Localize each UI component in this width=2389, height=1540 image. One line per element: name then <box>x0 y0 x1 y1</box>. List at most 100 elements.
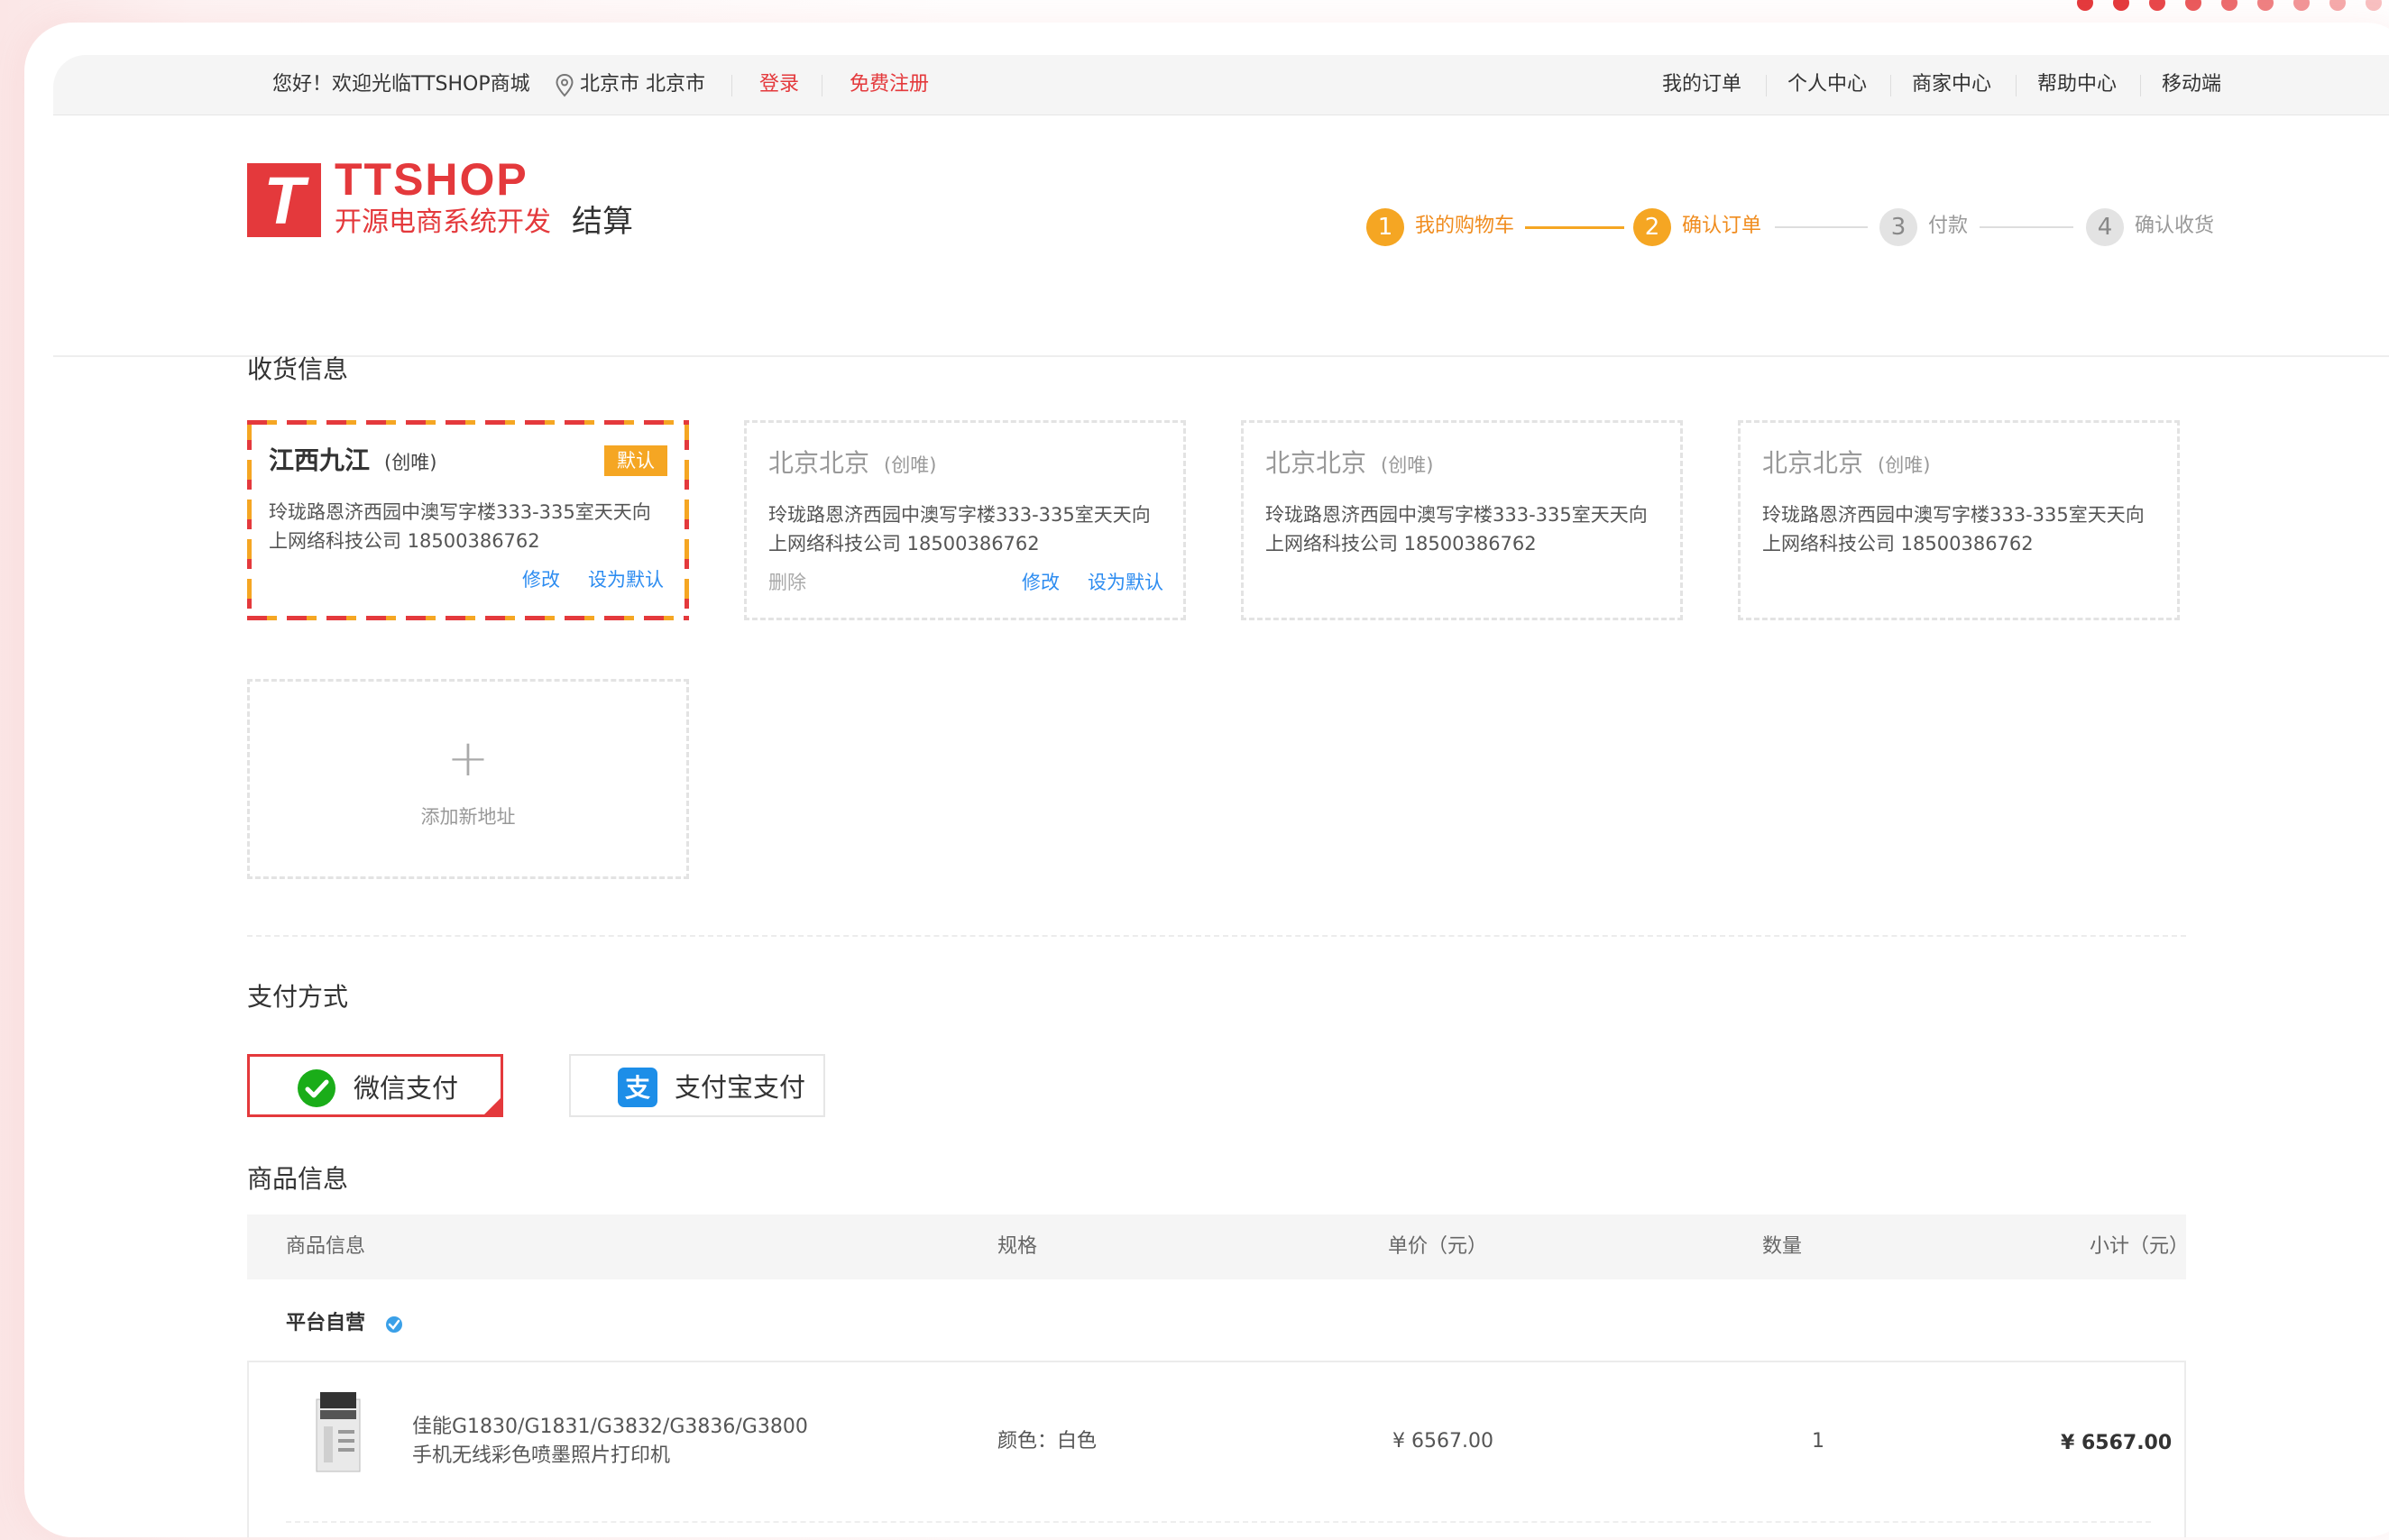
dot <box>2185 0 2201 11</box>
dot <box>2077 0 2093 11</box>
logo-name[interactable]: TTSHOP <box>335 156 528 203</box>
page-background: 您好！欢迎光临TTSHOP商城 北京市 北京市 登录 免费注册 我的订单 个人中… <box>0 0 2389 1540</box>
wechat-icon <box>298 1069 335 1107</box>
column-header-subtotal: 小计（元） <box>2090 1235 2190 1258</box>
dot <box>2221 0 2237 11</box>
add-address-button[interactable]: + 添加新地址 <box>247 679 689 879</box>
address-city: 北京北京 (创唯) <box>768 448 936 481</box>
product-unit-price: ¥ 6567.00 <box>1392 1430 1493 1453</box>
product-thumbnail[interactable] <box>311 1390 365 1477</box>
dot <box>2149 0 2165 11</box>
verified-badge-icon <box>386 1316 402 1333</box>
step-1-number: 1 <box>1366 208 1404 246</box>
step-connector <box>1775 226 1868 228</box>
default-badge: 默认 <box>604 445 667 476</box>
address-card[interactable]: 北京北京 (创唯) 玲珑路恩济西园中澳写字楼333-335室天天向上网络科技公司 … <box>1738 420 2180 620</box>
column-header-goods: 商品信息 <box>286 1235 366 1258</box>
row-divider <box>286 1521 2151 1523</box>
address-detail: 玲珑路恩济西园中澳写字楼333-335室天天向上网络科技公司 185003867… <box>269 501 651 552</box>
step-3-number: 3 <box>1879 208 1917 246</box>
alipay-option[interactable]: 支 支付宝支付 <box>569 1054 825 1117</box>
address-detail: 玲珑路恩济西园中澳写字楼333-335室天天向上网络科技公司 185003867… <box>1265 504 1648 555</box>
logo-mark[interactable]: T <box>247 163 321 238</box>
product-subtotal: ¥ 6567.00 <box>2061 1432 2173 1454</box>
add-address-label: 添加新地址 <box>420 806 516 828</box>
divider <box>2140 75 2141 96</box>
address-city-text: 北京北京 <box>1265 448 1367 478</box>
plus-icon: + <box>446 729 490 788</box>
alipay-icon: 支 <box>618 1068 657 1107</box>
product-description: 手机无线彩色喷墨照片打印机 <box>412 1444 671 1467</box>
step-3-label: 付款 <box>1928 215 1969 237</box>
column-header-qty: 数量 <box>1762 1235 1803 1258</box>
screen-frame: 您好！欢迎光临TTSHOP商城 北京市 北京市 登录 免费注册 我的订单 个人中… <box>24 23 2389 1537</box>
page-title: 结算 <box>572 204 633 240</box>
step-connector <box>1980 226 2073 228</box>
step-4-number: 4 <box>2086 208 2124 246</box>
divider <box>1766 75 1767 96</box>
address-city: 江西九江 (创唯) <box>269 445 436 478</box>
location-pin-icon <box>556 74 574 97</box>
address-recipient: (创唯) <box>1878 454 1931 476</box>
welcome-text: 您好！欢迎光临TTSHOP商城 <box>272 73 530 96</box>
goods-section-title: 商品信息 <box>247 1164 349 1194</box>
divider <box>2016 75 2017 96</box>
step-2-label: 确认订单 <box>1682 215 1762 237</box>
address-recipient: (创唯) <box>384 452 437 473</box>
address-card-selected[interactable]: 江西九江 (创唯) 默认 玲珑路恩济西园中澳写字楼333-335室天天向上网络科技… <box>247 420 689 620</box>
step-4-label: 确认收货 <box>2135 215 2215 237</box>
checkout-window: 您好！欢迎光临TTSHOP商城 北京市 北京市 登录 免费注册 我的订单 个人中… <box>53 55 2389 1537</box>
address-city: 北京北京 (创唯) <box>1762 448 1930 481</box>
dot <box>2329 0 2346 11</box>
selected-corner-mark <box>484 1098 501 1114</box>
product-quantity: 1 <box>1812 1430 1824 1453</box>
merchant-center-link[interactable]: 商家中心 <box>1912 73 1991 96</box>
address-city-text: 江西九江 <box>269 445 371 475</box>
decorative-dots <box>2077 0 2389 13</box>
edit-address-link[interactable]: 修改 <box>1022 571 1060 594</box>
alipay-label: 支付宝支付 <box>675 1072 806 1103</box>
logo-subtitle: 开源电商系统开发 <box>335 206 551 238</box>
column-header-spec: 规格 <box>997 1235 1038 1258</box>
wechat-pay-option[interactable]: 微信支付 <box>247 1054 503 1117</box>
set-default-link[interactable]: 设为默认 <box>588 568 664 591</box>
column-header-price: 单价（元） <box>1388 1235 1488 1258</box>
svg-text:支: 支 <box>625 1073 650 1103</box>
address-city: 北京北京 (创唯) <box>1265 448 1433 481</box>
goods-table-header: 商品信息 规格 单价（元） 数量 小计（元） <box>247 1215 2190 1279</box>
address-detail: 玲珑路恩济西园中澳写字楼333-335室天天向上网络科技公司 185003867… <box>768 504 1151 555</box>
dot <box>2113 0 2129 11</box>
section-divider <box>247 935 2186 937</box>
address-recipient: (创唯) <box>1381 454 1434 476</box>
mobile-link[interactable]: 移动端 <box>2162 73 2221 96</box>
user-center-link[interactable]: 个人中心 <box>1787 73 1867 96</box>
edit-address-link[interactable]: 修改 <box>522 568 560 591</box>
address-recipient: (创唯) <box>884 454 937 476</box>
top-bar: 您好！欢迎光临TTSHOP商城 北京市 北京市 登录 免费注册 我的订单 个人中… <box>53 55 2389 115</box>
address-card[interactable]: 北京北京 (创唯) 玲珑路恩济西园中澳写字楼333-335室天天向上网络科技公司 … <box>744 420 1186 620</box>
dot <box>2366 0 2382 11</box>
step-1-label: 我的购物车 <box>1415 215 1515 237</box>
divider <box>1890 75 1891 96</box>
product-name[interactable]: 佳能G1830/G1831/G3832/G3836/G3800 <box>412 1413 827 1442</box>
address-city-text: 北京北京 <box>768 448 870 478</box>
location-text[interactable]: 北京市 北京市 <box>580 73 705 96</box>
shipping-section-title: 收货信息 <box>247 354 349 384</box>
divider <box>731 75 732 96</box>
payment-section-title: 支付方式 <box>247 982 349 1012</box>
set-default-link[interactable]: 设为默认 <box>1088 571 1163 594</box>
register-link[interactable]: 免费注册 <box>850 73 929 96</box>
login-link[interactable]: 登录 <box>759 73 799 96</box>
step-connector <box>1525 226 1624 229</box>
dot <box>2257 0 2274 11</box>
address-detail: 玲珑路恩济西园中澳写字楼333-335室天天向上网络科技公司 185003867… <box>1762 504 2145 555</box>
address-city-text: 北京北京 <box>1762 448 1864 478</box>
my-orders-link[interactable]: 我的订单 <box>1662 73 1741 96</box>
dot <box>2293 0 2310 11</box>
product-spec: 颜色：白色 <box>997 1430 1098 1453</box>
store-name: 平台自营 <box>286 1312 366 1334</box>
wechat-pay-label: 微信支付 <box>354 1073 459 1104</box>
address-card[interactable]: 北京北京 (创唯) 玲珑路恩济西园中澳写字楼333-335室天天向上网络科技公司 … <box>1241 420 1683 620</box>
delete-address-link[interactable]: 删除 <box>768 571 806 594</box>
help-center-link[interactable]: 帮助中心 <box>2037 73 2117 96</box>
